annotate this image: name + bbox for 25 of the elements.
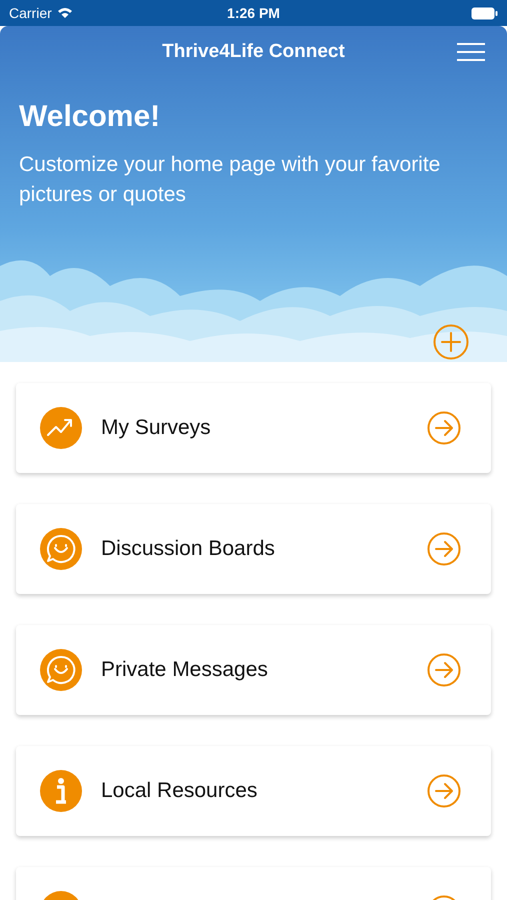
welcome-heading: Welcome! (19, 99, 162, 135)
welcome-text: Customize your home page with your favorite pictures or quotes (19, 152, 442, 208)
arrow-right-icon[interactable] (427, 532, 461, 566)
smiley-chat-icon (40, 528, 82, 570)
arrow-right-icon[interactable] (427, 774, 461, 808)
menu-card[interactable]: Local Resources (16, 746, 491, 836)
battery-icon (471, 6, 498, 20)
arrow-right-icon[interactable] (427, 653, 461, 687)
card-label: Discussion Boards (101, 536, 276, 562)
clock-time: 1:26 PM (227, 4, 280, 22)
menu-card[interactable]: Discussion Boards (16, 504, 491, 594)
app-title: Thrive4Life Connect (162, 40, 345, 64)
wifi-icon (56, 7, 73, 19)
menu-card[interactable]: Private Messages (16, 625, 491, 715)
menu-button[interactable] (457, 42, 485, 62)
info-icon (40, 770, 82, 812)
card-label: Local Resources (101, 778, 258, 804)
smiley-chat-icon (40, 649, 82, 691)
menu-card[interactable]: My Surveys (16, 383, 491, 473)
trend-chart-icon (40, 407, 82, 449)
add-button[interactable] (433, 324, 469, 360)
card-label: My Surveys (101, 415, 212, 442)
arrow-right-icon[interactable] (427, 411, 461, 445)
card-label: Private Messages (101, 657, 269, 684)
carrier-label: Carrier (9, 4, 52, 22)
